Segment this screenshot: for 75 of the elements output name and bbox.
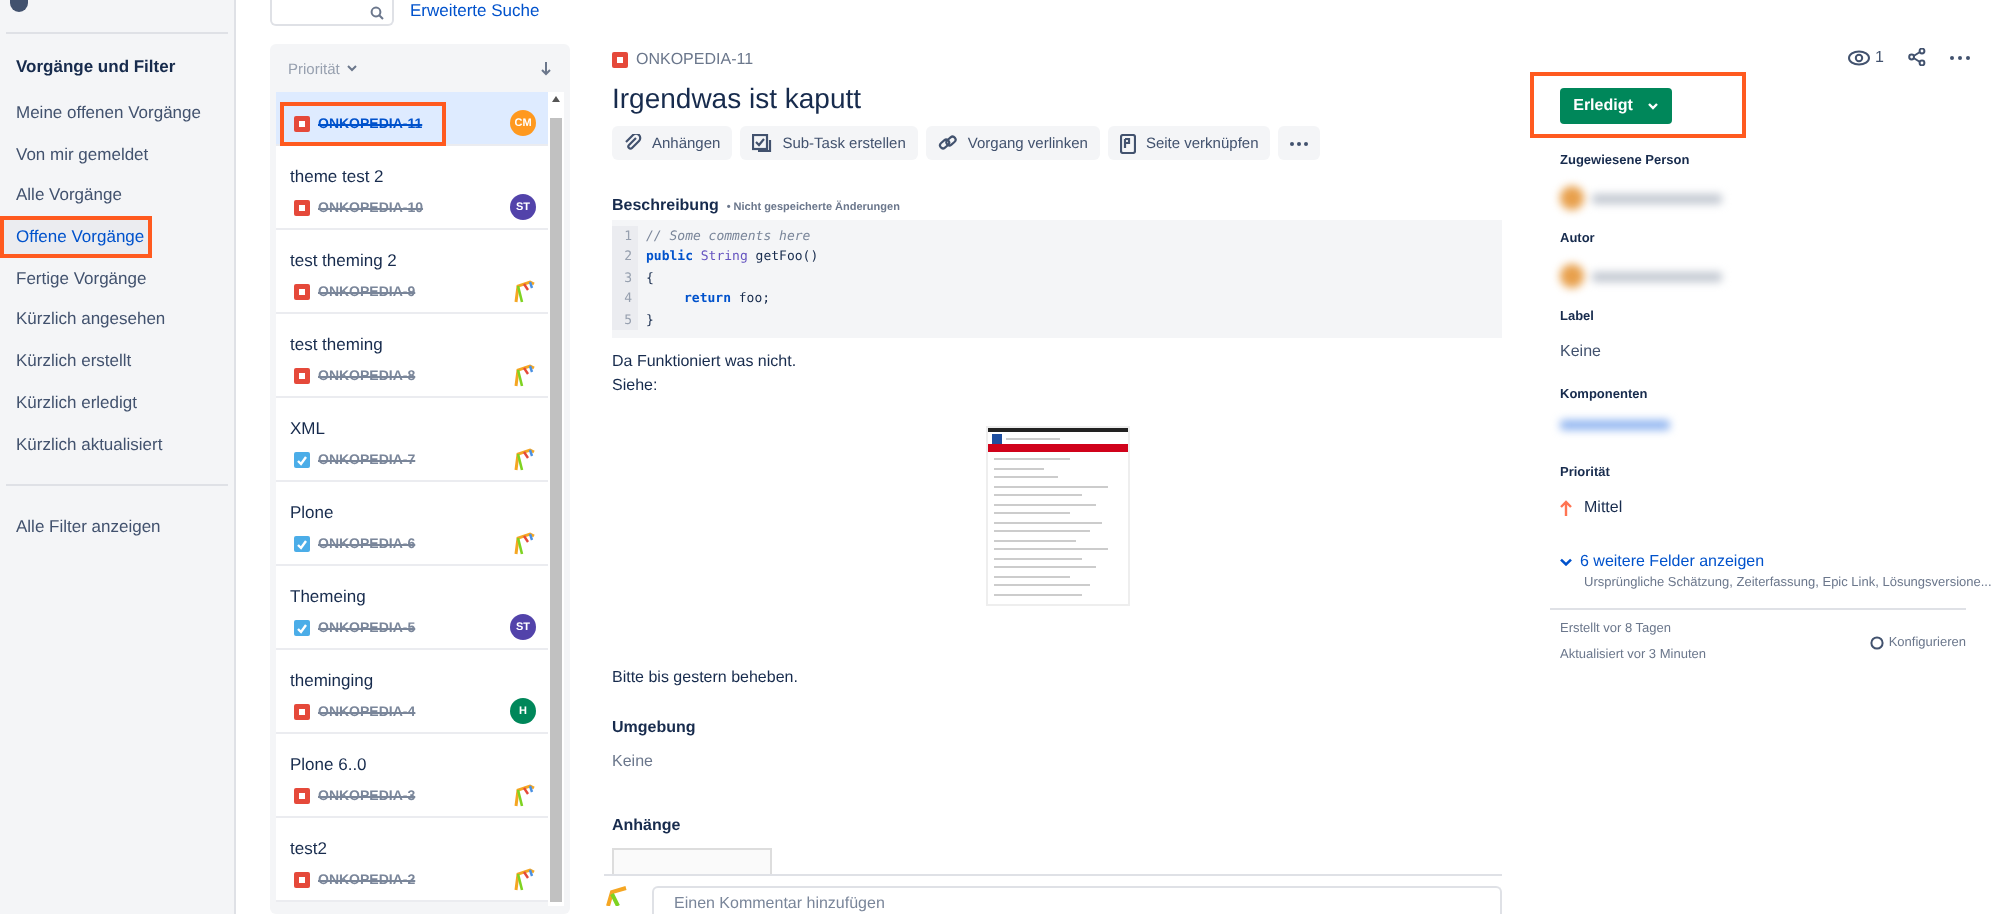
field-value: Mittel [1584, 498, 1623, 516]
redacted-value [1560, 420, 1670, 430]
more-button[interactable] [1278, 126, 1321, 160]
advanced-search-link[interactable]: Erweiterte Suche [410, 0, 540, 20]
issue-title: Themeing [290, 586, 368, 606]
comment-field[interactable]: Einen Kommentar hinzufügen [652, 886, 1502, 914]
issue-title: Plone 6..0 [290, 754, 369, 774]
sidebar-item[interactable]: Kürzlich aktualisiert [0, 423, 218, 465]
logo-avatar-icon [604, 886, 632, 906]
logo-avatar-icon [512, 446, 536, 472]
bug-type-icon [294, 116, 310, 132]
logo-avatar-icon [512, 530, 536, 556]
environment-label: Umgebung [612, 718, 698, 736]
issue-title: test theming [290, 334, 385, 354]
arrow-up-icon [1560, 499, 1572, 515]
subtask-icon [752, 134, 773, 152]
issue-title: test theming 2 [290, 250, 399, 270]
bug-type-icon [294, 284, 310, 300]
watchers-button[interactable]: 1 [1847, 48, 1884, 66]
issue-key[interactable]: ONKOPEDIA-11 [636, 50, 754, 68]
sidebar-heading: Vorgänge und Filter [14, 54, 178, 80]
description-label: Beschreibung [612, 196, 719, 214]
sidebar-item[interactable]: Fertige Vorgänge [0, 257, 218, 299]
issue-title: theminging [290, 670, 376, 690]
sidebar-item[interactable]: Kürzlich angesehen [0, 298, 218, 341]
sidebar-item[interactable]: Von mir gemeldet [0, 133, 218, 175]
issue-title: theme test 2 [290, 166, 386, 186]
chevron-down-icon [345, 64, 358, 72]
link-icon [937, 134, 958, 152]
show-all-filters-link[interactable]: Alle Filter anzeigen [0, 506, 218, 548]
status-button[interactable]: Erledigt [1560, 87, 1672, 123]
task-type-icon [294, 536, 310, 552]
sort-arrow-icon[interactable] [540, 61, 552, 75]
chevron-down-icon [1648, 101, 1659, 109]
issue-title: Irgendwas ist kaputt [612, 82, 864, 114]
share-icon[interactable] [1908, 48, 1926, 66]
settings-icon [1870, 635, 1885, 649]
sidebar-item[interactable]: Kürzlich erledigt [0, 381, 218, 423]
attachment-thumbnail[interactable] [612, 848, 772, 874]
scroll-up-icon[interactable] [552, 96, 560, 102]
bug-type-icon [294, 704, 310, 720]
description-text: Siehe: [612, 374, 660, 399]
bug-type-icon [294, 368, 310, 384]
field-value: Keine [1560, 342, 1603, 360]
bug-type-icon [294, 788, 310, 804]
task-type-icon [294, 620, 310, 636]
description-text: Da Funktioniert was nicht. [612, 350, 799, 375]
issue-title: XML [290, 418, 327, 438]
search-field[interactable] [270, 0, 394, 26]
issue-title: test2 [290, 838, 329, 858]
paperclip-icon [624, 134, 642, 152]
logo-avatar-icon [512, 362, 536, 388]
description-text: Bitte bis gestern beheben. [612, 666, 800, 690]
attachments-label: Anhänge [612, 816, 683, 834]
issue-title: Plone [290, 502, 336, 522]
task-type-icon [294, 452, 310, 468]
chevron-down-icon [1560, 557, 1572, 565]
logo-avatar-icon [512, 278, 536, 304]
sidebar-item[interactable]: Kürzlich erstellt [0, 340, 218, 382]
bug-type-icon [294, 200, 310, 216]
eye-icon [1847, 49, 1870, 65]
bug-type-icon [294, 872, 310, 888]
bug-type-icon [612, 51, 628, 67]
environment-value: Keine [612, 752, 655, 770]
screenshot-thumbnail[interactable] [985, 426, 1129, 606]
back-icon[interactable] [10, 0, 28, 12]
sidebar-item[interactable]: Offene Vorgänge [0, 216, 152, 258]
sidebar-item[interactable]: Alle Vorgänge [0, 174, 218, 217]
page-icon [1119, 133, 1136, 153]
search-icon [370, 5, 384, 19]
logo-avatar-icon [512, 866, 536, 892]
show-more-fields-link[interactable]: 6 weitere Felder anzeigen [1560, 552, 1986, 570]
logo-avatar-icon [512, 782, 536, 808]
sidebar-item[interactable]: Meine offenen Vorgänge [0, 92, 218, 134]
scrollbar[interactable] [548, 92, 564, 906]
